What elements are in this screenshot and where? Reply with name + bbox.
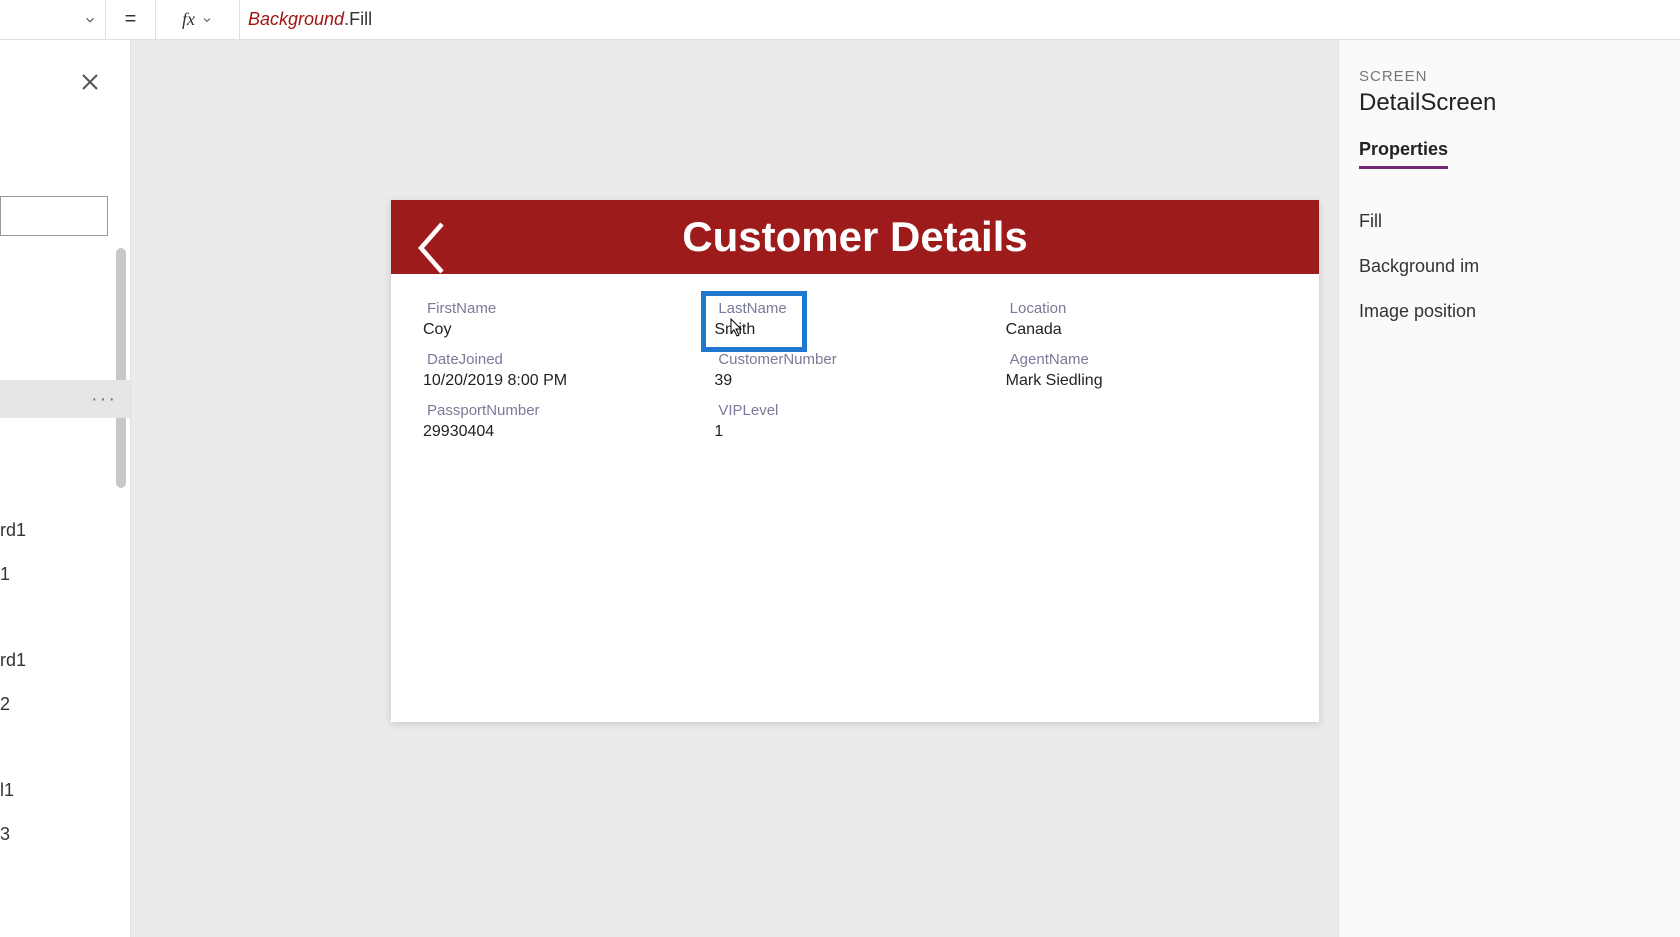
back-button[interactable] (415, 218, 451, 258)
tree-item[interactable]: l1 (0, 780, 14, 801)
field-empty (1006, 402, 1287, 441)
field-customernumber[interactable]: CustomerNumber 39 (714, 351, 995, 390)
field-lastname[interactable]: LastName Smith (704, 294, 804, 349)
chevron-down-icon (201, 14, 213, 26)
more-icon[interactable]: ··· (91, 388, 117, 411)
field-viplevel[interactable]: VIPLevel 1 (714, 402, 995, 441)
chevron-down-icon (83, 13, 97, 27)
field-label: VIPLevel (714, 402, 995, 419)
field-value: 1 (714, 419, 995, 441)
tab-properties[interactable]: Properties (1359, 139, 1448, 169)
close-icon (78, 70, 102, 94)
properties-panel: SCREEN DetailScreen Properties Fill Back… (1338, 40, 1680, 937)
canvas-area[interactable]: Customer Details FirstName Coy LastName … (131, 40, 1338, 937)
property-image-position[interactable]: Image position (1359, 289, 1660, 334)
field-agentname[interactable]: AgentName Mark Siedling (1006, 351, 1287, 390)
panel-tabs: Properties (1359, 139, 1660, 169)
field-label: AgentName (1006, 351, 1287, 368)
formula-bar: = fx Background.Fill (0, 0, 1680, 40)
field-firstname[interactable]: FirstName Coy (423, 300, 704, 339)
detail-form[interactable]: FirstName Coy LastName Smith Location Ca… (391, 274, 1319, 467)
panel-caption: SCREEN (1359, 68, 1660, 85)
field-value: 39 (714, 368, 995, 390)
formula-input[interactable]: Background.Fill (240, 0, 1680, 40)
fx-label: fx (182, 9, 195, 30)
tree-view-panel: ··· rd1 1 rd1 2 l1 3 (0, 40, 131, 937)
field-label: CustomerNumber (714, 351, 995, 368)
formula-text-plain: .Fill (344, 9, 372, 30)
field-value: Mark Siedling (1006, 368, 1287, 390)
field-datejoined[interactable]: DateJoined 10/20/2019 8:00 PM (423, 351, 704, 390)
tree-item[interactable]: 2 (0, 694, 10, 715)
property-background-image[interactable]: Background im (1359, 244, 1660, 289)
back-arrow-icon (415, 218, 451, 278)
tree-item[interactable]: 1 (0, 564, 10, 585)
property-fill[interactable]: Fill (1359, 199, 1660, 244)
field-label: Location (1006, 300, 1287, 317)
tree-item[interactable]: rd1 (0, 650, 26, 671)
app-screen[interactable]: Customer Details FirstName Coy LastName … (391, 200, 1319, 722)
tree-item[interactable]: rd1 (0, 520, 26, 541)
field-location[interactable]: Location Canada (1006, 300, 1287, 339)
field-value: Canada (1006, 317, 1287, 339)
property-list: Fill Background im Image position (1359, 199, 1660, 334)
app-header: Customer Details (391, 200, 1319, 274)
field-label: PassportNumber (423, 402, 704, 419)
formula-text-italic: Background (248, 9, 344, 30)
tree-search-input[interactable] (0, 196, 108, 236)
tree-item[interactable]: 3 (0, 824, 10, 845)
field-value: Coy (423, 317, 704, 339)
field-value: 29930404 (423, 419, 704, 441)
field-label: DateJoined (423, 351, 704, 368)
equals-label: = (106, 0, 156, 40)
tree-scrollbar[interactable] (116, 248, 126, 488)
field-label: LastName (714, 300, 794, 317)
close-panel-button[interactable] (78, 70, 102, 94)
tree-selected-item[interactable]: ··· (0, 380, 131, 418)
field-label: FirstName (423, 300, 704, 317)
header-title: Customer Details (391, 213, 1319, 261)
main-area: ··· rd1 1 rd1 2 l1 3 Customer Details Fi… (0, 40, 1680, 937)
field-value: Smith (714, 317, 794, 339)
field-passportnumber[interactable]: PassportNumber 29930404 (423, 402, 704, 441)
field-value: 10/20/2019 8:00 PM (423, 368, 704, 390)
property-dropdown[interactable] (0, 0, 106, 40)
fx-button[interactable]: fx (156, 0, 240, 40)
panel-title: DetailScreen (1359, 89, 1660, 117)
